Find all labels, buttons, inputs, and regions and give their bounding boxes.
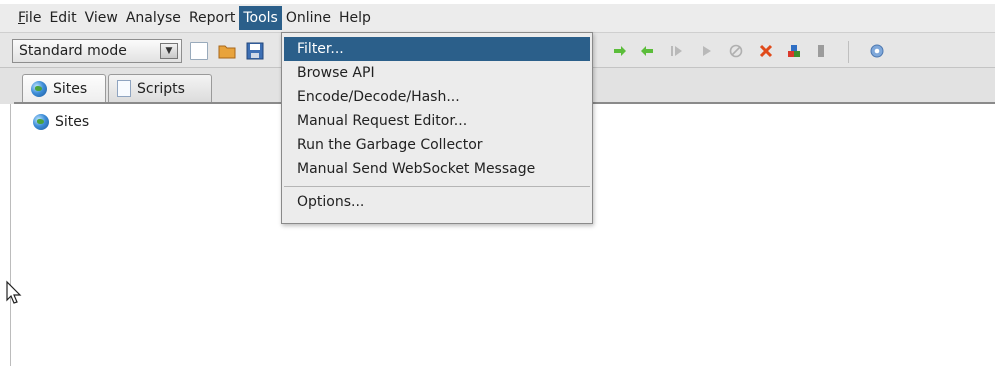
toolbar-separator <box>848 41 849 63</box>
new-session-icon[interactable] <box>190 42 208 60</box>
menu-view[interactable]: View <box>81 6 122 30</box>
menu-item-browse-api[interactable]: Browse API <box>282 61 592 85</box>
menu-item-manual-send-websocket[interactable]: Manual Send WebSocket Message <box>282 157 592 181</box>
mode-select[interactable]: Standard mode ▼ <box>12 39 182 63</box>
menu-report[interactable]: Report <box>185 6 239 30</box>
chevron-down-icon: ▼ <box>160 43 178 59</box>
menu-item-run-garbage-collector[interactable]: Run the Garbage Collector <box>282 133 592 157</box>
tree-node-label: Sites <box>55 114 90 130</box>
menu-analyse[interactable]: Analyse <box>122 6 185 30</box>
tab-scripts-label: Scripts <box>137 80 185 97</box>
menu-help[interactable]: Help <box>335 6 375 30</box>
tab-scripts[interactable]: Scripts <box>108 74 212 102</box>
document-icon <box>117 80 131 97</box>
menubar: File Edit View Analyse Report Tools Onli… <box>0 4 995 32</box>
menu-online[interactable]: Online <box>282 6 335 30</box>
x-tools-icon[interactable] <box>759 44 773 58</box>
tab-sites[interactable]: Sites <box>22 74 106 102</box>
globe-icon <box>33 114 49 130</box>
play-icon[interactable] <box>700 44 714 58</box>
bar-icon[interactable] <box>814 44 828 58</box>
menu-separator <box>284 186 590 187</box>
tree-node-sites[interactable]: Sites <box>33 114 89 130</box>
step-icon[interactable] <box>669 44 683 58</box>
menu-file[interactable]: File <box>14 6 45 30</box>
menu-edit[interactable]: Edit <box>45 6 80 30</box>
arrow-right-icon[interactable] <box>613 44 627 58</box>
menu-tools[interactable]: Tools <box>239 6 282 30</box>
blocks-icon[interactable] <box>787 44 801 58</box>
menu-item-encode-decode-hash[interactable]: Encode/Decode/Hash... <box>282 85 592 109</box>
globe-icon <box>31 80 47 97</box>
stop-circle-icon[interactable] <box>729 44 743 58</box>
save-session-icon[interactable] <box>246 42 264 60</box>
help-icon[interactable] <box>870 44 884 58</box>
menu-item-options[interactable]: Options... <box>282 190 592 214</box>
menu-item-manual-request-editor[interactable]: Manual Request Editor... <box>282 109 592 133</box>
menu-item-filter[interactable]: Filter... <box>284 37 590 61</box>
open-session-icon[interactable] <box>218 42 236 60</box>
mouse-cursor-icon <box>6 280 22 304</box>
arrow-left-icon[interactable] <box>640 44 654 58</box>
tools-menu-dropdown: Filter... Browse API Encode/Decode/Hash.… <box>281 32 593 224</box>
mode-select-value: Standard mode <box>19 43 127 59</box>
tab-sites-label: Sites <box>53 80 88 97</box>
